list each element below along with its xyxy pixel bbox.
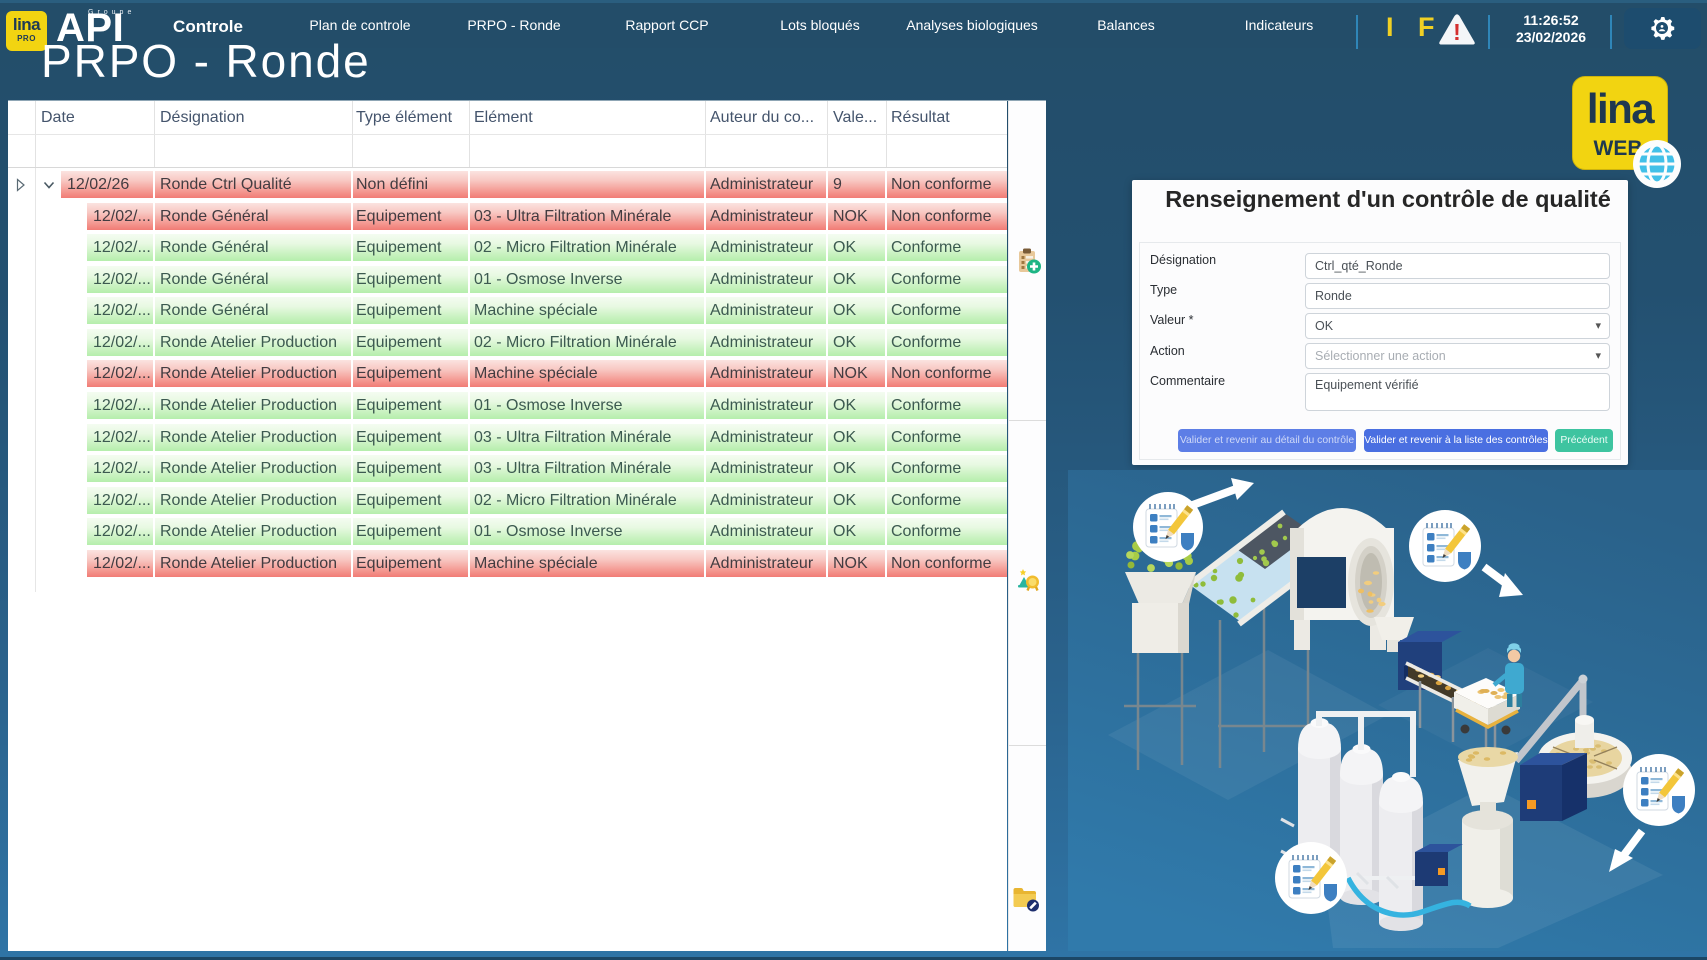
svg-text:!: ! xyxy=(1453,19,1461,45)
